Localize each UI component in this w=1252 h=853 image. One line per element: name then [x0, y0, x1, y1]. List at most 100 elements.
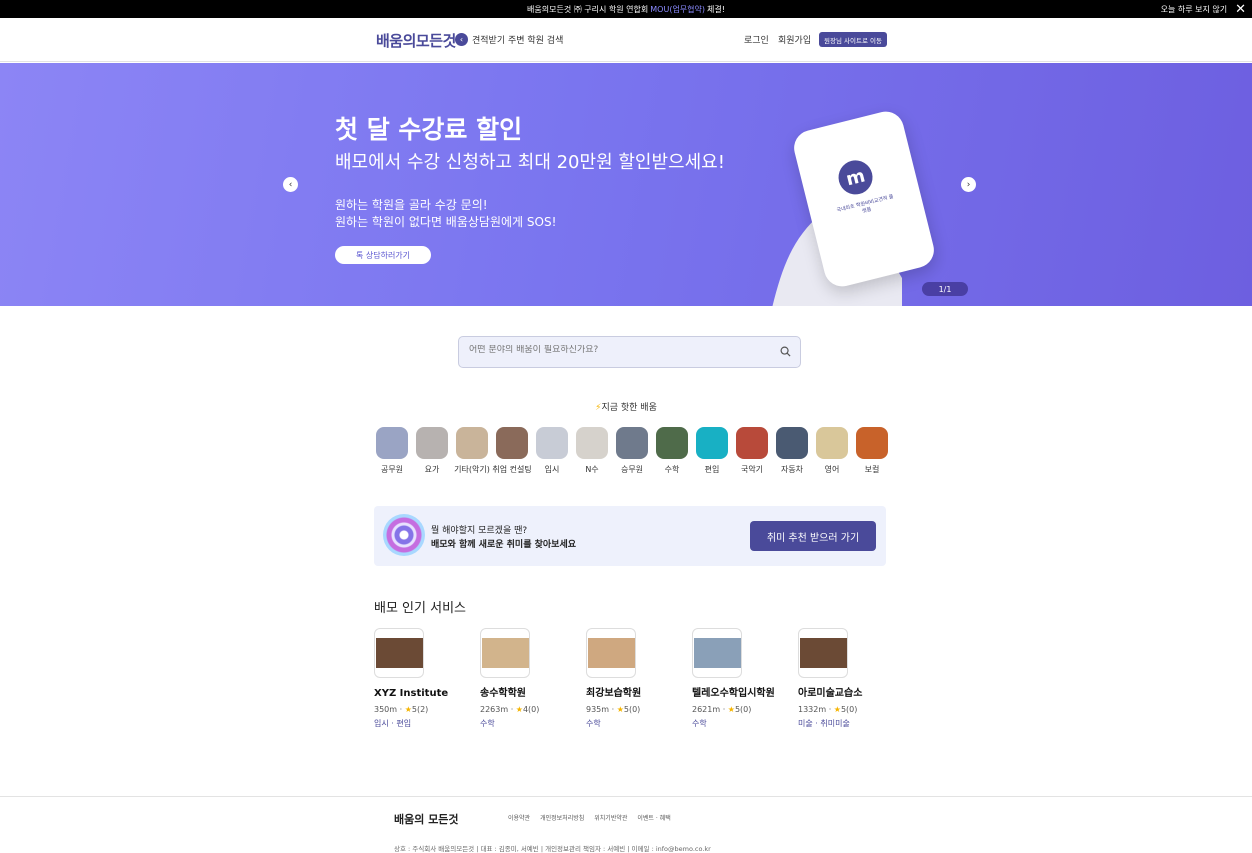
service-card[interactable]: 아로미술교습소 1332m · ★5(0) 미술 · 취미미술 — [798, 628, 898, 729]
footer-link[interactable]: 위치기반약관 — [594, 813, 627, 822]
category-item[interactable]: 기타(악기) — [452, 427, 492, 475]
service-meta: 935m · ★5(0) — [586, 705, 641, 714]
close-icon[interactable]: ✕ — [1235, 3, 1246, 16]
service-meta: 2263m · ★4(0) — [480, 705, 540, 714]
category-label: 요가 — [424, 465, 440, 474]
search-icon[interactable] — [780, 346, 791, 357]
category-thumbnail — [416, 427, 448, 459]
service-distance: 2263m — [480, 705, 509, 714]
service-tag[interactable]: 수학 — [586, 719, 601, 728]
category-label: 수학 — [664, 465, 680, 474]
category-label: 국악기 — [740, 465, 764, 474]
service-meta: 2621m · ★5(0) — [692, 705, 752, 714]
banner-subtitle: 배모에서 수강 신청하고 최대 20만원 할인받으세요! — [335, 152, 725, 173]
service-tag[interactable]: 미술 — [798, 719, 813, 728]
service-tag[interactable]: 수학 — [480, 719, 495, 728]
site-logo[interactable]: 배움의모든것 — [376, 30, 456, 51]
search-input[interactable] — [469, 345, 769, 355]
service-thumbnail — [692, 628, 742, 678]
service-thumbnail — [480, 628, 530, 678]
login-link[interactable]: 로그인 — [744, 33, 769, 46]
category-item[interactable]: 편입 — [692, 427, 732, 475]
hot-learning-title: 지금 핫한 배움 — [601, 403, 657, 413]
banner-prev-arrow-icon[interactable]: ‹ — [283, 177, 298, 192]
announcement-bar: 배움의모든것 ㈜ 구리시 학원 연합회 MOU(업무협약) 체결! 오늘 하루 … — [0, 0, 1252, 18]
signup-link[interactable]: 회원가입 — [778, 33, 811, 46]
category-thumbnail — [656, 427, 688, 459]
category-label: 자동차 — [780, 465, 804, 474]
service-card[interactable]: 텔레오수학입시학원 2621m · ★5(0) 수학 — [692, 628, 792, 729]
category-item[interactable]: 영어 — [812, 427, 852, 475]
service-distance: 2621m — [692, 705, 721, 714]
service-name: XYZ Institute — [374, 688, 449, 699]
chevron-left-icon[interactable]: ‹ — [455, 33, 468, 46]
service-card[interactable]: 송수학학원 2263m · ★4(0) 수학 — [480, 628, 580, 729]
category-list: 공무원 요가 기타(악기) 취업 컨설팅 입시 N수 승무원 수학 편입 국악기 자동차 영어 보컬 — [372, 427, 892, 477]
hero-banner[interactable]: 첫 달 수강료 할인 배모에서 수강 신청하고 최대 20만원 할인받으세요! … — [0, 63, 1252, 306]
category-item[interactable]: 공무원 — [372, 427, 412, 475]
target-disc-icon — [383, 514, 425, 556]
service-rating: 5(0) — [840, 705, 858, 714]
promo-line-1: 뭘 해야할지 모르겠을 땐? — [431, 526, 528, 536]
star-icon: ★ — [616, 705, 624, 714]
category-item[interactable]: 자동차 — [772, 427, 812, 475]
footer-links: 이용약관 개인정보처리방침 위치기반약관 이벤트 · 혜택 — [508, 813, 671, 822]
director-site-button[interactable]: 원장님 사이트로 이동 — [819, 32, 887, 47]
service-distance: 1332m — [798, 705, 827, 714]
category-thumbnail — [776, 427, 808, 459]
category-item[interactable]: 요가 — [412, 427, 452, 475]
service-name: 텔레오수학입시학원 — [692, 688, 775, 699]
service-rating: 5(0) — [623, 705, 641, 714]
service-photo — [694, 638, 741, 668]
category-label: 공무원 — [380, 465, 404, 474]
service-card[interactable]: 최강보습학원 935m · ★5(0) 수학 — [586, 628, 686, 729]
banner-line-1: 원하는 학원을 골라 수강 문의! — [335, 198, 488, 212]
brand-logo-icon: m — [834, 156, 877, 199]
category-label: 입시 — [544, 465, 560, 474]
category-item[interactable]: 국악기 — [732, 427, 772, 475]
service-meta: 1332m · ★5(0) — [798, 705, 858, 714]
category-thumbnail — [496, 427, 528, 459]
star-icon: ★ — [404, 705, 412, 714]
category-label: 취업 컨설팅 — [492, 465, 532, 474]
service-tag[interactable]: 수학 — [692, 719, 707, 728]
service-tag[interactable]: 입시 — [374, 719, 389, 728]
category-item[interactable]: 취업 컨설팅 — [492, 427, 532, 475]
footer-company-info: 상호 : 주식회사 배움의모든것 | 대표 : 김종미, 서예빈 | 개인정보관… — [394, 845, 711, 853]
service-photo — [376, 638, 423, 668]
banner-pager: 1/1 — [922, 282, 968, 296]
footer-link[interactable]: 이용약관 — [508, 813, 530, 822]
category-item[interactable]: 수학 — [652, 427, 692, 475]
star-icon: ★ — [833, 705, 841, 714]
nearby-academy-search-link[interactable]: 견적받기 주변 학원 검색 — [472, 33, 563, 46]
promo-line-2: 배모와 함께 새로운 취미를 찾아보세요 — [431, 540, 577, 550]
dismiss-today-link[interactable]: 오늘 하루 보지 않기 — [1161, 4, 1228, 15]
service-name: 송수학학원 — [480, 688, 526, 699]
service-tag[interactable]: 편입 — [396, 719, 411, 728]
hobby-recommend-button[interactable]: 취미 추천 받으러 가기 — [750, 521, 876, 551]
service-rating: 5(2) — [411, 705, 429, 714]
category-item[interactable]: 보컬 — [852, 427, 892, 475]
service-photo — [588, 638, 635, 668]
category-item[interactable]: N수 — [572, 427, 612, 475]
banner-next-arrow-icon[interactable]: › — [961, 177, 976, 192]
search-box[interactable] — [458, 336, 801, 368]
service-tags: 입시 · 편입 — [374, 719, 412, 728]
star-icon: ★ — [515, 705, 523, 714]
service-name: 아로미술교습소 — [798, 688, 863, 699]
service-tags: 수학 — [586, 718, 686, 729]
category-thumbnail — [376, 427, 408, 459]
footer-link[interactable]: 개인정보처리방침 — [540, 813, 584, 822]
service-card[interactable]: XYZ Institute 350m · ★5(2) 입시 · 편입 — [374, 628, 474, 729]
service-tag[interactable]: 취미미술 — [820, 719, 849, 728]
category-item[interactable]: 입시 — [532, 427, 572, 475]
announcement-text: 배움의모든것 ㈜ 구리시 학원 연합회 — [527, 4, 649, 14]
talk-consult-button[interactable]: 톡 상담하러가기 — [335, 246, 431, 264]
category-item[interactable]: 승무원 — [612, 427, 652, 475]
service-tags: 수학 — [480, 718, 580, 729]
footer-link[interactable]: 이벤트 · 혜택 — [637, 813, 670, 822]
service-distance: 350m — [374, 705, 398, 714]
category-thumbnail — [736, 427, 768, 459]
hobby-promo-box: 뭘 해야할지 모르겠을 땐? 배모와 함께 새로운 취미를 찾아보세요 취미 추… — [374, 506, 886, 566]
category-label: N수 — [585, 465, 599, 474]
